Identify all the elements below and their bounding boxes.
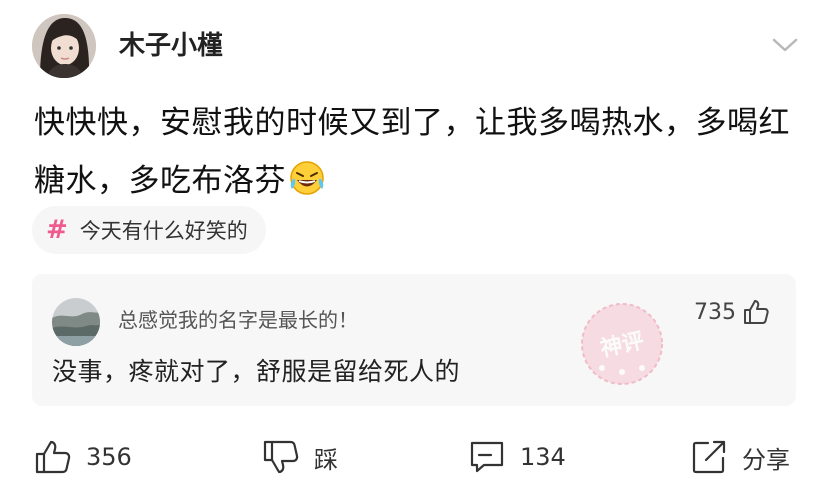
share-label: 分享: [742, 445, 790, 474]
username[interactable]: 木子小槿: [119, 28, 223, 64]
chevron-down-icon[interactable]: [770, 34, 800, 56]
share-icon: [692, 440, 726, 474]
comment-like-button[interactable]: 735: [694, 298, 770, 326]
dislike-button[interactable]: 踩: [262, 430, 338, 484]
dislike-label: 踩: [314, 445, 338, 474]
comment-button[interactable]: 134: [468, 430, 566, 484]
comment-like-count: 735: [694, 299, 736, 325]
thumbs-up-icon: [35, 440, 71, 474]
comment-icon: [470, 441, 504, 473]
post-text-content: 快快快，安慰我的时候又到了，让我多喝热水，多喝红糖水，多吃布洛芬: [34, 105, 790, 199]
comment-text: 没事，疼就对了，舒服是留给死人的: [52, 357, 461, 386]
action-bar: 356 踩 134 分享: [0, 430, 828, 484]
comment-author[interactable]: 总感觉我的名字是最长的！: [118, 304, 358, 333]
thumbs-up-icon: [744, 300, 769, 324]
rofl-emoji-icon: [288, 158, 326, 196]
topic-label: 今天有什么好笑的: [79, 219, 248, 243]
share-button[interactable]: 分享: [690, 430, 790, 484]
featured-comment-card[interactable]: 总感觉我的名字是最长的！ 735 没事，疼就对了，舒服是留给死人的 神评: [32, 274, 796, 406]
avatar[interactable]: [32, 14, 96, 78]
like-count: 356: [86, 443, 132, 471]
like-button[interactable]: 356: [34, 430, 132, 484]
thumbs-down-icon: [263, 440, 299, 474]
avatar-image: [32, 14, 96, 78]
hash-icon: #: [46, 215, 68, 245]
topic-tag[interactable]: # 今天有什么好笑的: [32, 206, 266, 254]
comment-count: 134: [520, 443, 566, 471]
hot-comment-stamp: 神评: [574, 296, 670, 392]
comment-avatar[interactable]: [52, 298, 100, 346]
post-text: 快快快，安慰我的时候又到了，让我多喝热水，多喝红糖水，多吃布洛芬: [34, 94, 804, 210]
